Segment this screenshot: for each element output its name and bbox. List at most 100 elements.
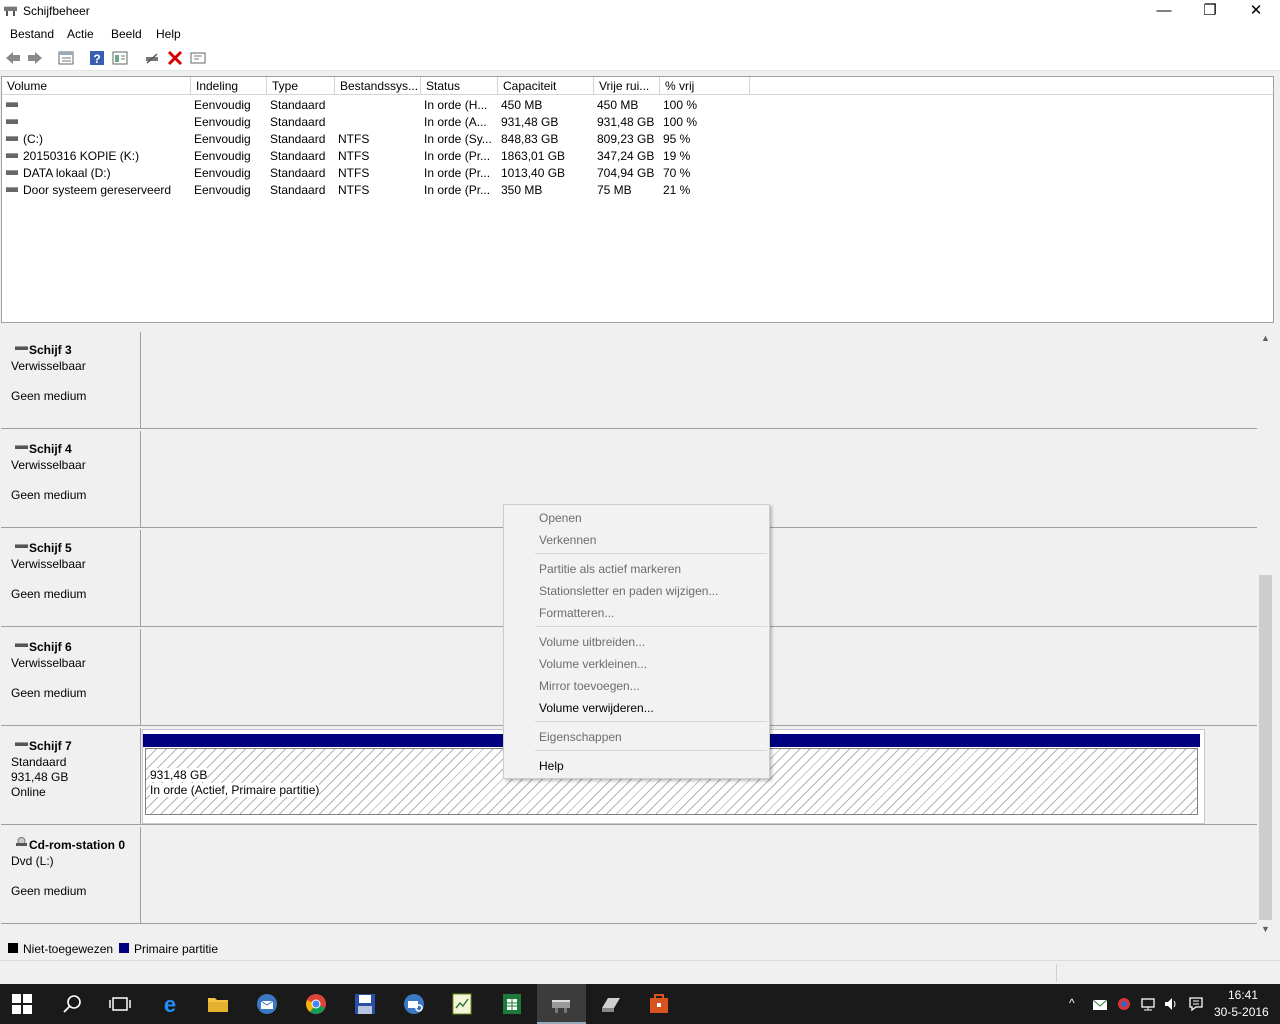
svg-text:e: e [164,992,176,1016]
cell-status: In orde (Sy... [424,132,492,146]
disk-management-icon[interactable] [549,992,573,1016]
column-header-capacity[interactable]: Capaciteit [498,77,594,95]
outlook-icon[interactable] [255,992,279,1016]
disk-name: Schijf 6 [29,640,72,654]
scanner-icon[interactable] [598,992,622,1016]
disk-type: Dvd (L:) [11,854,54,868]
menu-actie[interactable]: Actie [67,27,94,41]
clock-date[interactable]: 30-5-2016 [1214,1005,1269,1019]
cell-capacity: 1863,01 GB [501,149,566,163]
column-header-free[interactable]: Vrije rui... [594,77,660,95]
menu-item-open[interactable]: Openen [539,511,582,525]
tray-mail-icon[interactable] [1092,996,1108,1012]
explorer-icon[interactable] [206,992,230,1016]
help-icon[interactable]: ? [89,50,105,66]
properties-icon[interactable] [112,50,128,66]
table-row[interactable]: 20150316 KOPIE (K:) Eenvoudig Standaard … [2,147,1272,164]
disk-label[interactable]: Schijf 6 Verwisselbaar Geen medium [2,629,141,725]
disk-name: Schijf 3 [29,343,72,357]
menu-item-shrink-volume[interactable]: Volume verkleinen... [539,657,647,671]
disk-label[interactable]: Schijf 5 Verwisselbaar Geen medium [2,530,141,626]
pane-splitter[interactable] [0,323,1280,329]
table-row[interactable]: Door systeem gereserveerd Eenvoudig Stan… [2,181,1272,198]
menu-bestand[interactable]: Bestand [10,27,54,41]
chrome-icon[interactable] [304,992,328,1016]
cell-volume: 20150316 KOPIE (K:) [23,149,140,163]
menu-item-format[interactable]: Formatteren... [539,606,614,620]
forward-icon[interactable] [27,50,43,66]
cell-free: 75 MB [597,183,632,197]
search-icon[interactable] [61,992,85,1016]
volume-icon [6,170,18,175]
save-app-icon[interactable] [353,992,377,1016]
column-header-volume[interactable]: Volume [2,77,191,95]
menu-help[interactable]: Help [156,27,181,41]
menu-item-extend-volume[interactable]: Volume uitbreiden... [539,635,645,649]
menu-item-change-drive-letter[interactable]: Stationsletter en paden wijzigen... [539,584,718,598]
connect-icon[interactable] [144,50,160,66]
cell-percent-free: 100 % [663,98,698,112]
menu-item-mark-active[interactable]: Partitie als actief markeren [539,562,681,576]
vertical-scrollbar[interactable]: ▲ ▼ [1257,330,1274,938]
delete-icon[interactable] [167,50,183,66]
volume-icon [6,119,18,124]
partition-size: 931,48 GB [150,768,208,782]
settings-icon[interactable] [190,50,206,66]
tray-chevron-icon[interactable]: ^ [1069,996,1075,1010]
column-header-filesystem[interactable]: Bestandssys... [335,77,421,95]
volume-speaker-icon[interactable] [1163,996,1179,1012]
menu-item-add-mirror[interactable]: Mirror toevoegen... [539,679,640,693]
scroll-up-icon[interactable]: ▲ [1257,330,1274,347]
cell-percent-free: 95 % [663,132,691,146]
cell-status: In orde (Pr... [424,149,491,163]
disk-label[interactable]: Schijf 7 Standaard 931,48 GB Online [2,728,141,824]
disk-label[interactable]: Cd-rom-station 0 Dvd (L:) Geen medium [2,827,141,923]
table-row[interactable]: Eenvoudig Standaard In orde (A... 931,48… [2,113,1272,130]
disk-label[interactable]: Schijf 4 Verwisselbaar Geen medium [2,431,141,527]
edge-icon[interactable]: e [158,992,182,1016]
start-icon[interactable] [12,994,32,1014]
menu-bar: Bestand Actie Beeld Help [0,23,1280,44]
excel-icon[interactable] [500,992,524,1016]
cell-percent-free: 21 % [663,183,691,197]
network-icon[interactable] [1140,996,1156,1012]
cell-layout: Eenvoudig [194,98,251,112]
list-view-icon[interactable] [58,50,74,66]
scroll-down-icon[interactable]: ▼ [1257,921,1274,938]
clock-time[interactable]: 16:41 [1228,988,1258,1002]
table-row[interactable]: DATA lokaal (D:) Eenvoudig Standaard NTF… [2,164,1272,181]
column-header-type[interactable]: Type [267,77,335,95]
scrollbar-thumb[interactable] [1259,575,1272,920]
mail-search-icon[interactable] [402,992,426,1016]
cell-free: 809,23 GB [597,132,655,146]
cell-volume: DATA lokaal (D:) [23,166,111,180]
menu-item-explore[interactable]: Verkennen [539,533,596,547]
spreadsheet-icon[interactable] [450,992,474,1016]
legend-primary-swatch [119,943,129,953]
cell-capacity: 350 MB [501,183,543,197]
table-row[interactable]: (C:) Eenvoudig Standaard NTFS In orde (S… [2,130,1272,147]
table-row[interactable]: Eenvoudig Standaard In orde (H... 450 MB… [2,96,1272,113]
minimize-button[interactable]: — [1141,0,1187,23]
removable-disk-icon [15,445,28,449]
disk-label[interactable]: Schijf 3 Verwisselbaar Geen medium [2,332,141,428]
status-bar [0,960,1280,984]
menu-item-delete-volume[interactable]: Volume verwijderen... [539,701,654,715]
back-icon[interactable] [5,50,21,66]
menu-beeld[interactable]: Beeld [111,27,142,41]
menu-item-help[interactable]: Help [539,759,564,773]
tray-sync-icon[interactable] [1116,996,1132,1012]
column-header-percent-free[interactable]: % vrij [660,77,750,95]
context-menu: Openen Verkennen Partitie als actief mar… [503,504,770,779]
notifications-icon[interactable] [1188,996,1204,1012]
close-button[interactable]: ✕ [1233,0,1279,23]
menu-item-properties[interactable]: Eigenschappen [539,730,622,744]
task-view-icon[interactable] [108,992,132,1016]
toolbar: ? [0,44,1280,71]
column-header-status[interactable]: Status [421,77,498,95]
column-header-layout[interactable]: Indeling [191,77,267,95]
restore-button[interactable]: ❐ [1187,0,1233,23]
cell-status: In orde (A... [424,115,487,129]
cell-free: 450 MB [597,98,639,112]
toolbox-icon[interactable] [647,992,671,1016]
